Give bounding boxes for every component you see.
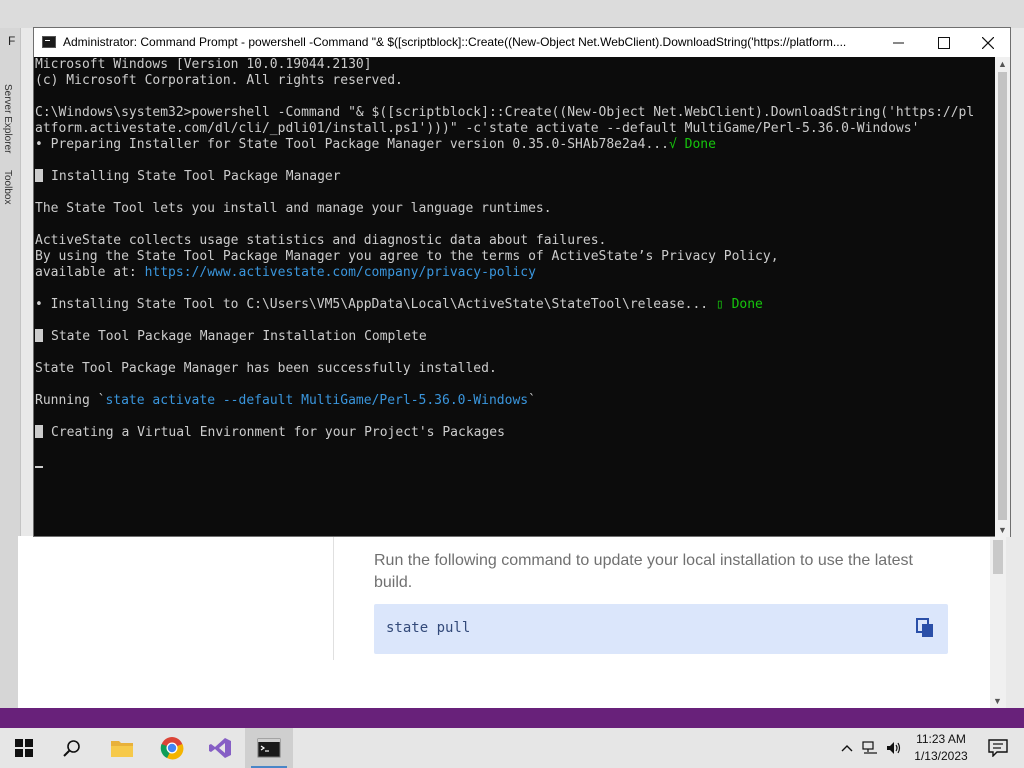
console-output[interactable]: Microsoft Windows [Version 10.0.19044.21… xyxy=(34,57,995,537)
console-text: available at: xyxy=(35,265,145,280)
speaker-icon xyxy=(887,742,901,754)
chrome-button[interactable] xyxy=(148,728,196,768)
console-line: • Installing State Tool to C:\Users\VM5\… xyxy=(35,297,995,313)
console-text: • Installing State Tool to C:\Users\VM5\… xyxy=(35,297,716,312)
console-heading: State Tool Package Manager Installation … xyxy=(51,329,427,344)
background-menu-label: F xyxy=(8,34,16,48)
console-scrollbar-thumb[interactable] xyxy=(998,72,1007,520)
command-prompt-taskbar-button[interactable] xyxy=(245,728,293,768)
copy-icon[interactable] xyxy=(916,618,934,638)
console-line: Running `state activate --default MultiG… xyxy=(35,393,995,409)
console-line: • Preparing Installer for State Tool Pac… xyxy=(35,137,995,153)
background-window-titlebar xyxy=(0,0,1024,28)
visual-studio-icon xyxy=(209,738,231,758)
command-snippet-text: state pull xyxy=(386,620,471,636)
action-center-button[interactable] xyxy=(978,728,1018,768)
visual-studio-button[interactable] xyxy=(196,728,244,768)
console-line: ActiveState collects usage statistics an… xyxy=(35,233,607,248)
clock-date: 1/13/2023 xyxy=(914,749,968,763)
start-button[interactable] xyxy=(0,728,48,768)
show-hidden-icons-button[interactable] xyxy=(838,728,856,768)
notifications-icon xyxy=(988,739,1008,757)
chrome-icon xyxy=(160,737,184,760)
chevron-up-icon xyxy=(841,745,853,752)
console-text: Running ` xyxy=(35,393,106,408)
running-command: state activate --default MultiGame/Perl-… xyxy=(105,393,529,408)
console-line: State Tool Package Manager has been succ… xyxy=(35,361,497,376)
toolbox-tab[interactable]: Toolbox xyxy=(2,170,13,204)
console-heading: Installing State Tool Package Manager xyxy=(51,169,341,184)
network-icon xyxy=(862,741,877,754)
ide-status-bar xyxy=(0,708,1024,728)
console-line: atform.activestate.com/dl/cli/_pdli01/in… xyxy=(35,121,920,136)
windows-logo-icon xyxy=(15,739,33,757)
console-heading: Creating a Virtual Environment for your … xyxy=(51,425,505,440)
update-instructions: Run the following command to update your… xyxy=(374,552,913,591)
file-explorer-icon xyxy=(111,741,133,757)
content-divider xyxy=(333,536,334,660)
done-status: ▯ Done xyxy=(715,297,763,312)
block-marker-icon xyxy=(35,169,43,182)
file-explorer-button[interactable] xyxy=(98,728,146,768)
close-button[interactable] xyxy=(965,28,1011,57)
browser-content: Run the following command to update your… xyxy=(18,536,1006,708)
network-button[interactable] xyxy=(860,728,880,768)
maximize-button[interactable] xyxy=(921,28,967,57)
console-line: (c) Microsoft Corporation. All rights re… xyxy=(35,73,403,88)
console-line: Microsoft Windows [Version 10.0.19044.21… xyxy=(35,57,372,72)
clock-time: 11:23 AM xyxy=(916,732,966,746)
command-prompt-window[interactable]: Administrator: Command Prompt - powershe… xyxy=(33,27,1011,537)
text-cursor xyxy=(35,466,43,468)
console-line: Installing State Tool Package Manager xyxy=(35,169,995,185)
browser-scrollbar[interactable]: ▼ xyxy=(990,536,1006,708)
minimize-button[interactable] xyxy=(875,28,921,57)
volume-button[interactable] xyxy=(884,728,904,768)
search-button[interactable] xyxy=(48,728,96,768)
system-clock[interactable]: 11:23 AM 1/13/2023 xyxy=(906,731,976,765)
server-explorer-tab[interactable]: Server Explorer xyxy=(2,84,13,153)
scroll-down-icon[interactable]: ▼ xyxy=(993,696,1002,706)
console-line: By using the State Tool Package Manager … xyxy=(35,249,779,264)
console-text: • Preparing Installer for State Tool Pac… xyxy=(35,137,669,152)
block-marker-icon xyxy=(35,425,43,438)
console-cursor-line xyxy=(35,457,995,473)
close-icon xyxy=(982,36,994,49)
privacy-policy-link[interactable]: https://www.activestate.com/company/priv… xyxy=(145,265,536,280)
console-titlebar[interactable]: Administrator: Command Prompt - powershe… xyxy=(34,28,1010,57)
console-scrollbar[interactable]: ▲ ▼ xyxy=(995,57,1010,537)
done-status: √ Done xyxy=(668,137,716,152)
scroll-down-icon[interactable]: ▼ xyxy=(998,525,1007,535)
taskbar: 11:23 AM 1/13/2023 xyxy=(0,728,1024,768)
console-line: Creating a Virtual Environment for your … xyxy=(35,425,995,441)
browser-scrollbar-thumb[interactable] xyxy=(993,540,1003,574)
console-line: available at: https://www.activestate.co… xyxy=(35,265,995,281)
command-snippet: state pull xyxy=(374,604,948,654)
console-text: ` xyxy=(528,393,536,408)
block-marker-icon xyxy=(35,329,43,342)
console-line: State Tool Package Manager Installation … xyxy=(35,329,995,345)
console-line: C:\Windows\system32>powershell -Command … xyxy=(35,105,975,120)
scroll-up-icon[interactable]: ▲ xyxy=(998,59,1007,69)
command-prompt-icon[interactable] xyxy=(42,36,56,48)
console-line: The State Tool lets you install and mana… xyxy=(35,201,552,216)
maximize-icon xyxy=(938,36,950,49)
minimize-icon xyxy=(892,42,904,44)
window-title: Administrator: Command Prompt - powershe… xyxy=(63,35,847,49)
command-prompt-icon xyxy=(257,738,281,758)
search-icon xyxy=(63,740,80,757)
